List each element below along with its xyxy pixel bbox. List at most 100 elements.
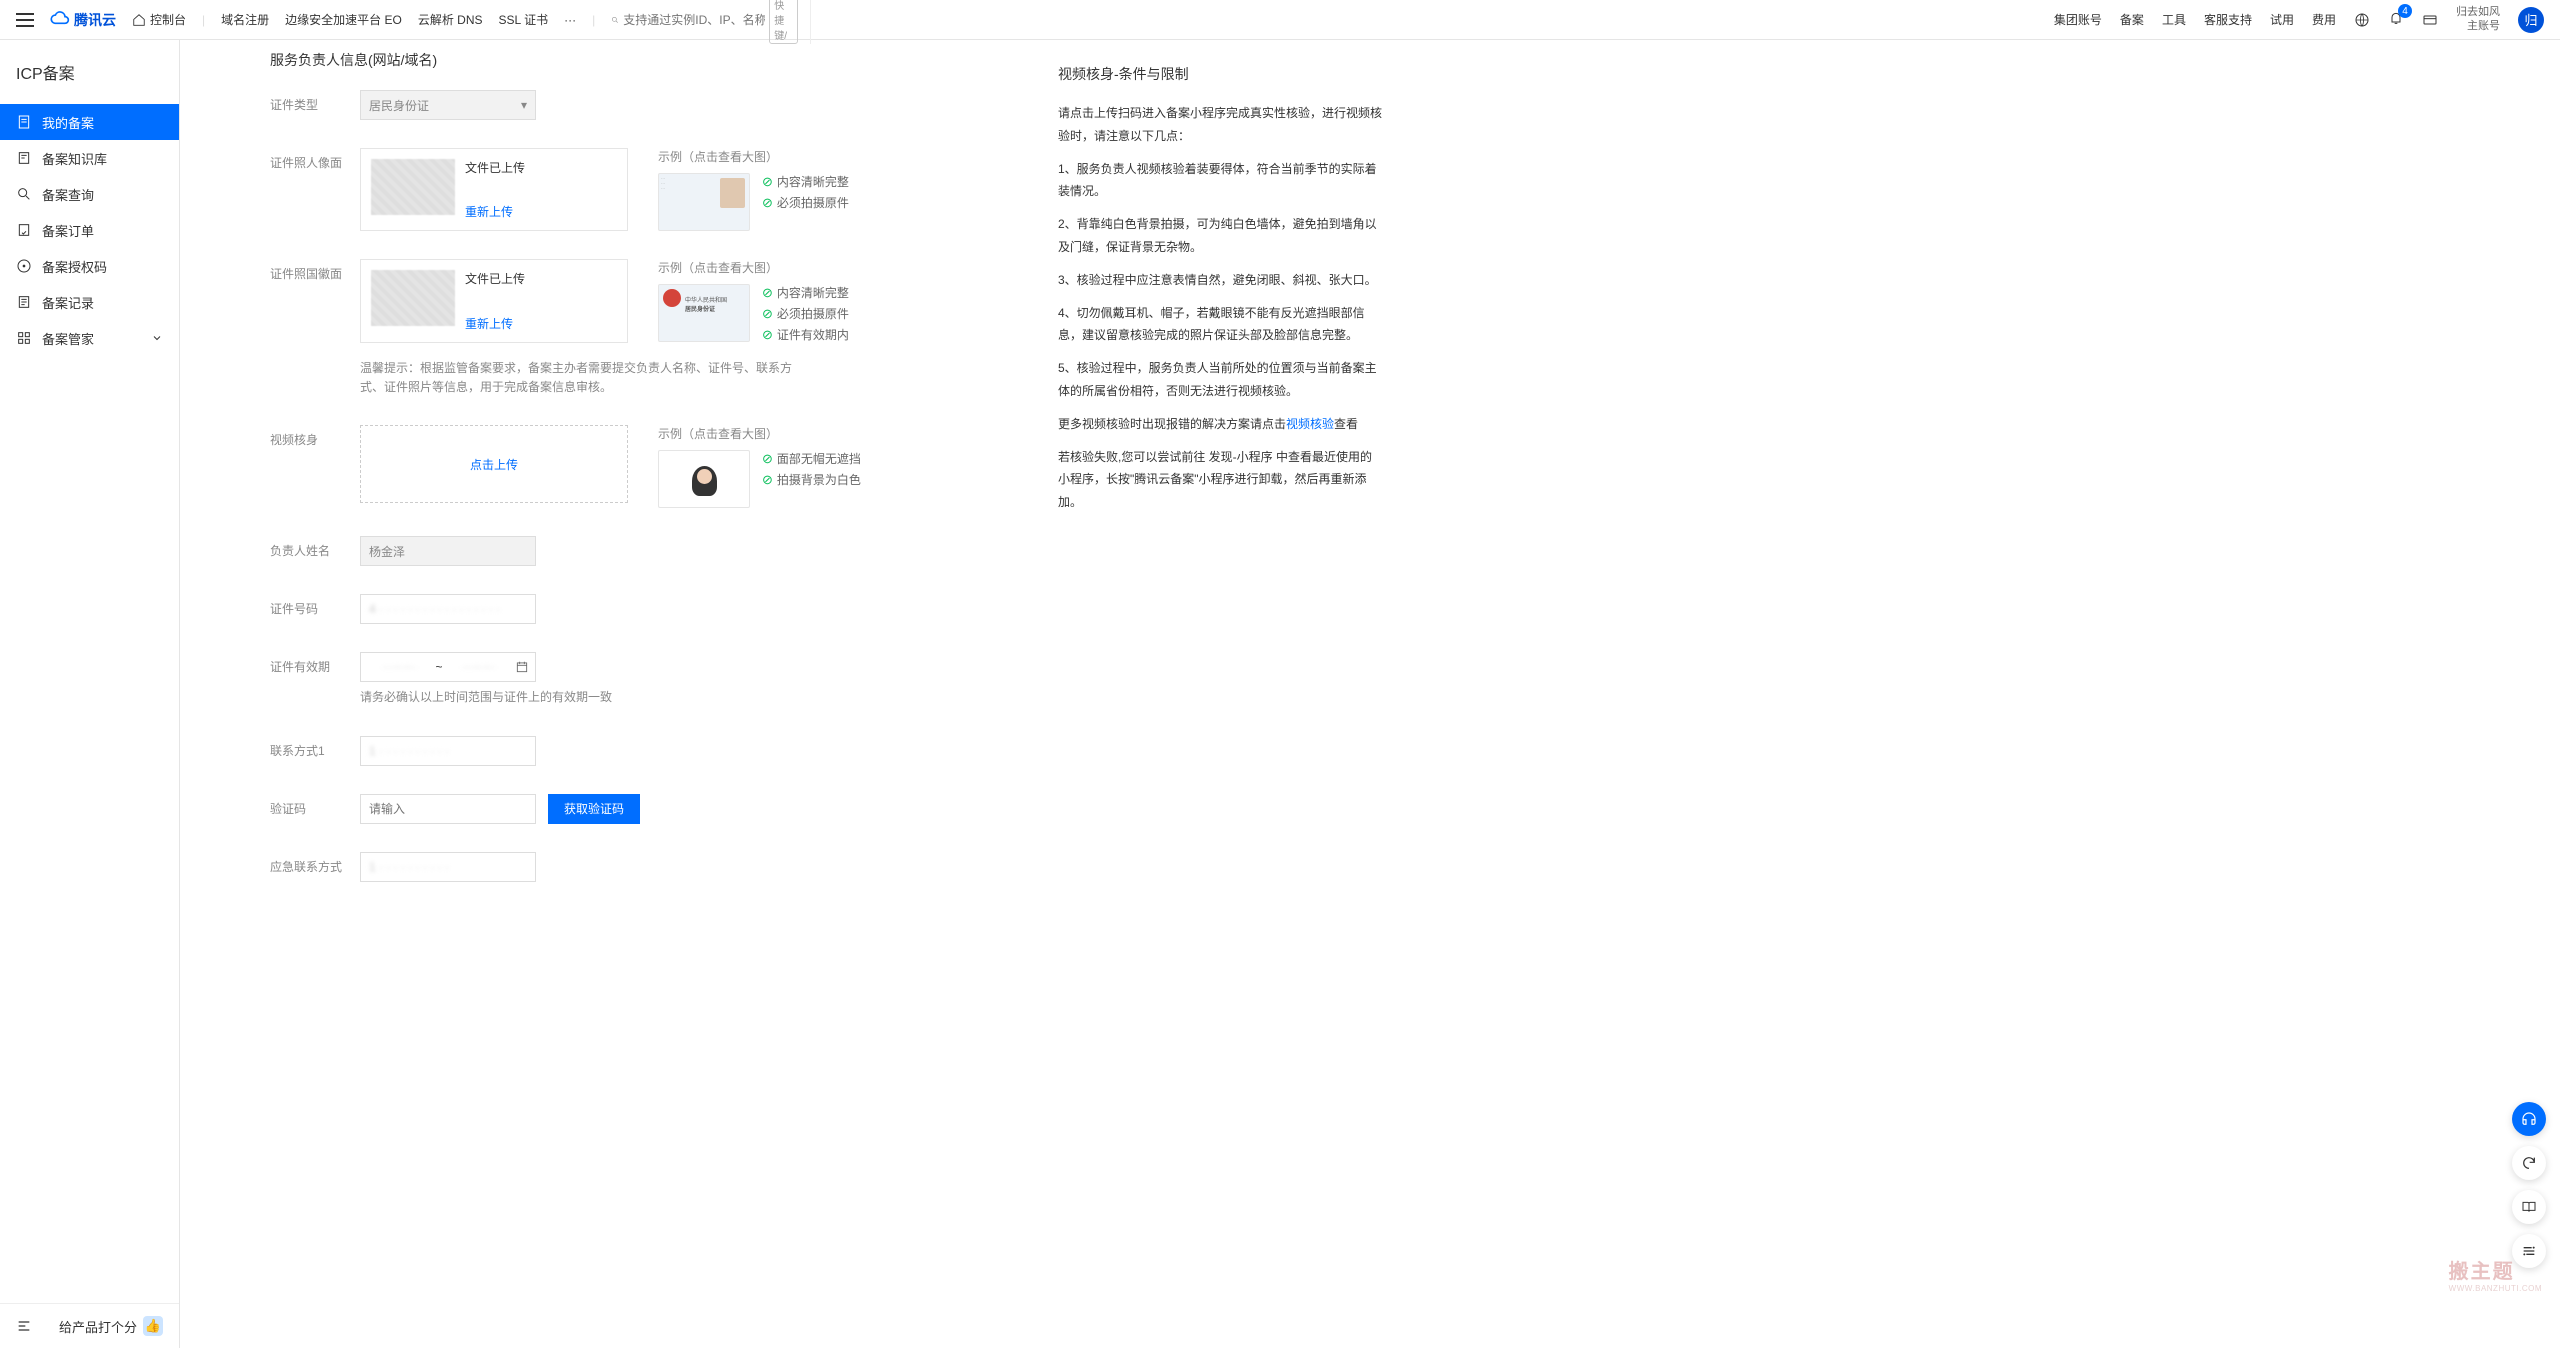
upload-status: 文件已上传 (465, 270, 525, 287)
sample-back[interactable]: 中华人民共和国居民身份证 (658, 284, 750, 342)
sidebar-item-orders[interactable]: 备案订单 (0, 212, 179, 248)
refresh-icon (2521, 1155, 2537, 1171)
list-icon (16, 294, 32, 310)
label-cert-front: 证件照人像面 (270, 148, 360, 231)
label-phone1: 联系方式1 (270, 736, 360, 766)
check-icon: ⊘ (762, 285, 773, 301)
collapse-icon[interactable] (16, 1318, 32, 1334)
label-cert-no: 证件号码 (270, 594, 360, 624)
search-icon[interactable] (611, 13, 619, 27)
beian[interactable]: 备案 (2120, 11, 2144, 28)
video-check-link[interactable]: 视频核验 (1286, 417, 1334, 431)
reupload-back[interactable]: 重新上传 (465, 315, 525, 332)
house-icon (132, 13, 146, 27)
label-cert-back: 证件照国徽面 (270, 259, 360, 343)
example-front[interactable]: 示例（点击查看大图） (658, 148, 849, 165)
book-icon (16, 150, 32, 166)
cert-type-select[interactable]: 居民身份证 ▾ (360, 90, 536, 120)
sidebar-item-history[interactable]: 备案记录 (0, 284, 179, 320)
cert-back-preview: 文件已上传 重新上传 (360, 259, 628, 343)
check-icon: ⊘ (762, 327, 773, 343)
globe-icon[interactable] (2354, 12, 2370, 28)
check-icon: ⊘ (762, 306, 773, 322)
search-input[interactable] (619, 9, 769, 31)
sidebar-title: ICP备案 (0, 40, 179, 104)
notif-badge: 4 (2398, 4, 2412, 18)
options-icon (2521, 1243, 2537, 1259)
thumb-icon: 👍 (143, 1316, 163, 1336)
card-icon[interactable] (2422, 12, 2438, 28)
cert-front-preview: 文件已上传 重新上传 (360, 148, 628, 231)
grid-icon (16, 330, 32, 346)
chevron-down-icon (151, 332, 163, 344)
info-panel: 视频核身-条件与限制 请点击上传扫码进入备案小程序完成真实性核验，进行视频核验时… (1030, 40, 1410, 1348)
phone1-field[interactable]: 1 · · · · · · · · · · (360, 736, 536, 766)
feedback-link[interactable]: 给产品打个分 👍 (59, 1316, 163, 1336)
section-title: 服务负责人信息(网站/域名) (270, 50, 1030, 70)
top-header: 腾讯云 控制台 | 域名注册 边缘安全加速平台 EO 云解析 DNS SSL 证… (0, 0, 2560, 40)
label-video: 视频核身 (270, 425, 360, 508)
user-label[interactable]: 归去如风 主账号 (2456, 6, 2500, 32)
valid-range[interactable]: ····-··-·· ~ ····-··-·· (360, 652, 536, 682)
sidebar-item-knowledge[interactable]: 备案知识库 (0, 140, 179, 176)
nav-dns[interactable]: 云解析 DNS (418, 11, 483, 28)
info-intro: 请点击上传扫码进入备案小程序完成真实性核验，进行视频核验时，请注意以下几点： (1058, 102, 1382, 148)
order-icon (16, 222, 32, 238)
notifications[interactable]: 4 (2388, 10, 2404, 29)
example-back[interactable]: 示例（点击查看大图） (658, 259, 849, 276)
sidebar: ICP备案 我的备案 备案知识库 备案查询 备案订单 备案授权码 备案记录 备案… (0, 40, 180, 1348)
nav-domain[interactable]: 域名注册 (221, 11, 269, 28)
sidebar-item-my-records[interactable]: 我的备案 (0, 104, 179, 140)
book-open-icon (2521, 1199, 2537, 1215)
group-account[interactable]: 集团账号 (2054, 11, 2102, 28)
brand-text: 腾讯云 (74, 10, 116, 30)
sidebar-item-authcode[interactable]: 备案授权码 (0, 248, 179, 284)
captcha-input[interactable] (360, 794, 536, 824)
search-icon (16, 186, 32, 202)
avatar[interactable]: 归 (2518, 7, 2544, 33)
valid-hint: 请务必确认以上时间范围与证件上的有效期一致 (360, 688, 612, 707)
label-captcha: 验证码 (270, 794, 360, 824)
more-float[interactable] (2512, 1234, 2546, 1268)
sample-front[interactable]: ········· (658, 173, 750, 231)
support[interactable]: 客服支持 (2204, 11, 2252, 28)
reupload-front[interactable]: 重新上传 (465, 203, 525, 220)
global-search: 快捷键/ (611, 0, 811, 44)
sidebar-item-manager[interactable]: 备案管家 (0, 320, 179, 356)
check-icon: ⊘ (762, 195, 773, 211)
upload-status: 文件已上传 (465, 159, 525, 176)
back-thumb[interactable] (371, 270, 455, 326)
kbd-hint: 快捷键/ (769, 0, 798, 44)
front-thumb[interactable] (371, 159, 455, 215)
brand-logo[interactable]: 腾讯云 (50, 10, 116, 30)
hamburger-icon[interactable] (16, 13, 34, 27)
info-title: 视频核身-条件与限制 (1058, 64, 1382, 84)
label-emergency: 应急联系方式 (270, 852, 360, 882)
cert-no-field[interactable]: 4 · · · · · · · · · · · · · · · · · (360, 594, 536, 624)
console-link[interactable]: 控制台 (132, 11, 186, 28)
get-code-button[interactable]: 获取验证码 (548, 794, 640, 824)
nav-ssl[interactable]: SSL 证书 (499, 11, 549, 28)
trial[interactable]: 试用 (2270, 11, 2294, 28)
main-content: 服务负责人信息(网站/域名) 证件类型 居民身份证 ▾ 证件照人像面 (180, 40, 2560, 1348)
tools[interactable]: 工具 (2162, 11, 2186, 28)
sidebar-item-query[interactable]: 备案查询 (0, 176, 179, 212)
cloud-icon (50, 10, 70, 30)
check-icon: ⊘ (762, 451, 773, 467)
sample-video[interactable] (658, 450, 750, 508)
docs-float[interactable] (2512, 1190, 2546, 1224)
support-float[interactable] (2512, 1102, 2546, 1136)
nav-more[interactable]: ··· (564, 13, 576, 27)
headset-icon (2520, 1110, 2538, 1128)
nav-eo[interactable]: 边缘安全加速平台 EO (285, 11, 402, 28)
float-actions (2512, 1102, 2546, 1268)
example-video[interactable]: 示例（点击查看大图） (658, 425, 861, 442)
emergency-field[interactable]: 1 · · · · · · · · · · (360, 852, 536, 882)
cert-hint: 温馨提示：根据监管备案要求，备案主办者需要提交负责人名称、证件号、联系方式、证件… (360, 359, 810, 397)
video-upload[interactable]: 点击上传 (360, 425, 628, 503)
billing[interactable]: 费用 (2312, 11, 2336, 28)
label-cert-type: 证件类型 (270, 90, 360, 120)
name-field: 杨金泽 (360, 536, 536, 566)
doc-icon (16, 114, 32, 130)
refresh-float[interactable] (2512, 1146, 2546, 1180)
